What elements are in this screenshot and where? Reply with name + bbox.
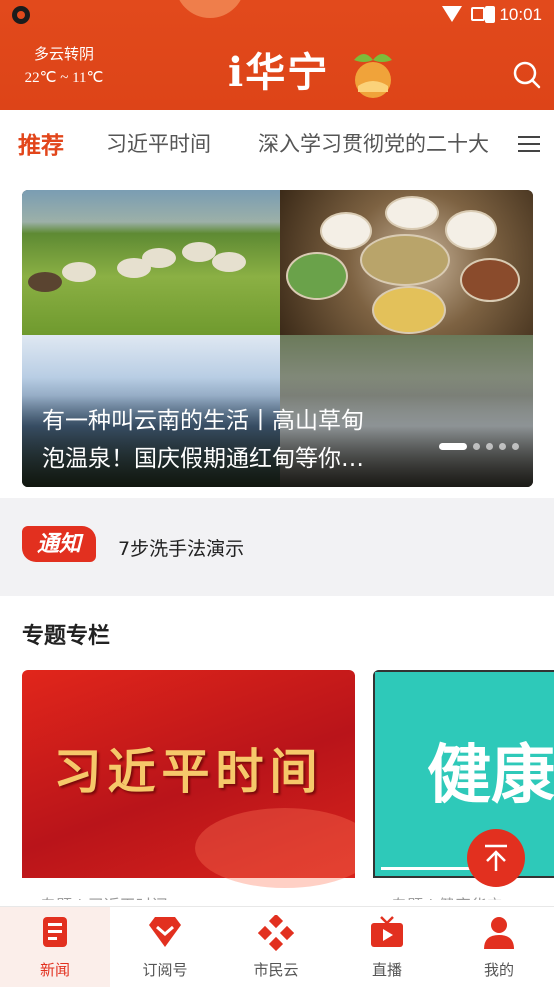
notice-bar[interactable]: 通知 7步洗手法演示 (0, 498, 554, 594)
carousel-dot[interactable] (499, 443, 506, 450)
topic-card-image: 习近平时间 (22, 670, 355, 888)
banner-photo-grassland (22, 190, 280, 335)
banner-section: 有一种叫云南的生活丨高山草甸 泡温泉！国庆假期通红甸等你… (0, 176, 554, 498)
news-icon (43, 917, 67, 947)
tab-xi-time[interactable]: 习近平时间 (106, 128, 211, 158)
channel-tabs: 推荐 习近平时间 深入学习贯彻党的二十大 (0, 110, 554, 176)
tab-overflow-clip: 深入学习贯彻党的二十大 (250, 110, 510, 176)
app-logo: i华宁 (228, 49, 330, 96)
notice-badge: 通知 (22, 526, 96, 562)
carousel-dot[interactable] (473, 443, 480, 450)
nav-citizen-cloud[interactable]: 市民云 (221, 907, 331, 987)
wifi-icon (442, 6, 462, 22)
nav-subscribe[interactable]: 订阅号 (110, 907, 220, 987)
nav-label: 我的 (483, 961, 514, 979)
notice-text[interactable]: 7步洗手法演示 (118, 534, 244, 561)
banner-caption[interactable]: 有一种叫云南的生活丨高山草甸 泡温泉！国庆假期通红甸等你… (42, 402, 442, 478)
weather-condition: 多云转阴 (33, 47, 94, 63)
carousel-dot[interactable] (439, 443, 467, 450)
carousel-dot[interactable] (486, 443, 493, 450)
carousel-dot[interactable] (512, 443, 519, 450)
carousel-indicator (433, 436, 519, 450)
nav-label: 市民云 (253, 961, 299, 979)
status-bar: 10:01 (0, 0, 554, 30)
topic-card-image-text: 习近平时间 (53, 744, 324, 800)
back-to-top-button[interactable] (467, 829, 525, 887)
topic-card-health[interactable]: 健康华 专题 | 健康华宁 (373, 670, 554, 900)
app-header: 10:01 多云转阴 22℃ ~ 11℃ i华宁 (0, 0, 554, 110)
subscribe-icon (149, 917, 181, 947)
nav-live[interactable]: 直播 (332, 907, 442, 987)
battery-icon (485, 6, 495, 23)
nav-label: 新闻 (39, 961, 70, 979)
app-notification-icon (12, 6, 30, 24)
topic-card-label: 专题 | 健康华宁 (391, 892, 503, 900)
no-sim-icon (471, 7, 485, 21)
orange-logo-icon (354, 54, 392, 98)
profile-icon (484, 917, 514, 949)
bottom-navigation: 新闻 订阅号 市民云 直播 我的 (0, 906, 554, 987)
status-time: 10:01 (499, 5, 542, 24)
nav-label: 订阅号 (142, 961, 188, 979)
citizen-cloud-icon (258, 915, 294, 951)
weather-widget[interactable]: 多云转阴 22℃ ~ 11℃ (14, 44, 114, 90)
nav-news[interactable]: 新闻 (0, 907, 110, 987)
live-tv-icon (371, 916, 403, 947)
channel-menu-icon[interactable] (518, 136, 540, 152)
section-title: 专题专栏 (22, 624, 111, 649)
temperature-range: 22℃ ~ 11℃ (24, 70, 104, 86)
city-skyline-graphic (381, 827, 471, 870)
topic-card-image: 健康华 (373, 670, 554, 878)
nav-label: 直播 (371, 961, 402, 979)
topic-card-xi-time[interactable]: 习近平时间 专题 | 习近平时间 (22, 670, 355, 900)
search-icon[interactable] (512, 60, 542, 90)
tab-twentieth-congress[interactable]: 深入学习贯彻党的二十大 (258, 128, 489, 158)
nav-profile[interactable]: 我的 (444, 907, 554, 987)
banner-caption-line2: 泡温泉！国庆假期通红甸等你… (42, 446, 364, 472)
arrow-up-icon (485, 844, 507, 871)
tab-recommend[interactable]: 推荐 (18, 126, 64, 160)
banner-carousel[interactable]: 有一种叫云南的生活丨高山草甸 泡温泉！国庆假期通红甸等你… (22, 190, 533, 487)
topic-card-label: 专题 | 习近平时间 (40, 892, 168, 900)
topic-card-image-text: 健康华 (427, 739, 554, 813)
banner-caption-line1: 有一种叫云南的生活丨高山草甸 (42, 408, 364, 434)
banner-photo-dishes (280, 190, 533, 335)
